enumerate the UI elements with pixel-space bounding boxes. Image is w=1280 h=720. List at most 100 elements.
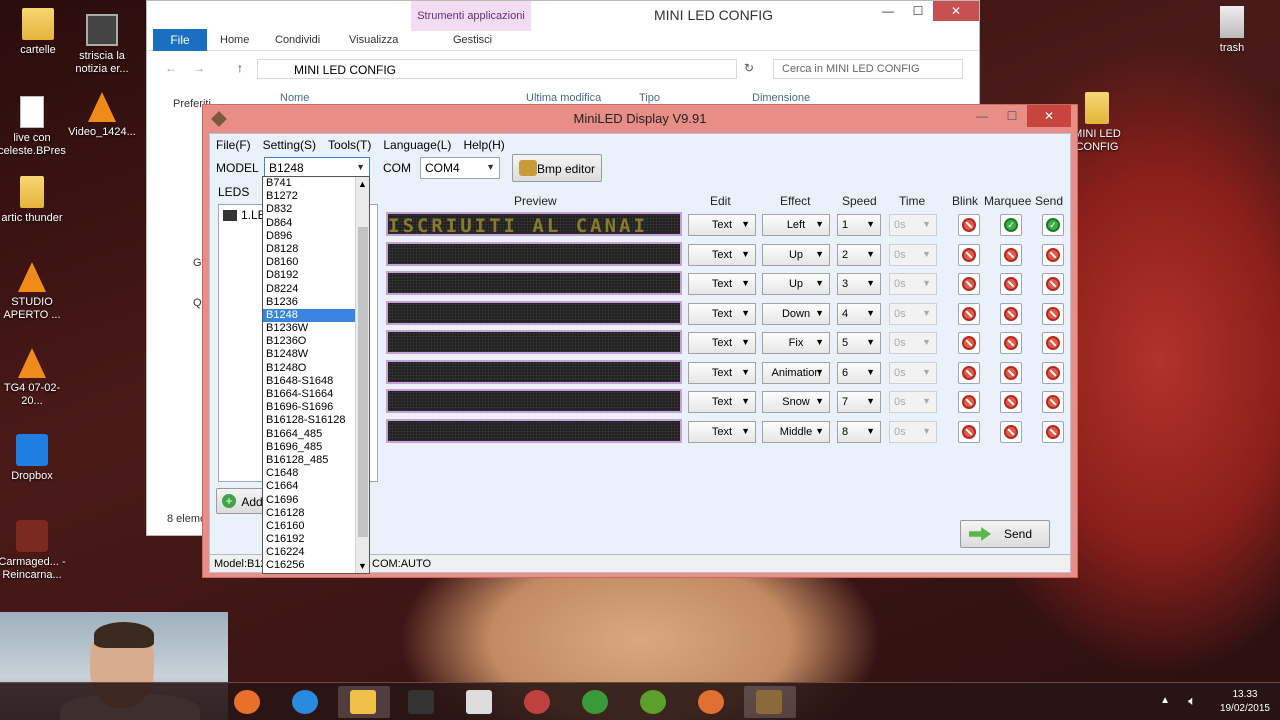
dropdown-option[interactable]: C16256 xyxy=(263,559,369,572)
edit-select[interactable]: Text ▼ xyxy=(688,214,756,236)
blink-checkbox[interactable] xyxy=(958,362,980,384)
taskbar-firefox[interactable] xyxy=(222,686,274,718)
blink-checkbox[interactable] xyxy=(958,303,980,325)
led-preview-panel[interactable] xyxy=(386,389,682,413)
dropdown-option[interactable]: D832 xyxy=(263,203,369,216)
menu-setting[interactable]: Setting(S) xyxy=(263,138,316,156)
edit-select[interactable]: Text ▼ xyxy=(688,332,756,354)
dropdown-option[interactable]: D8224 xyxy=(263,283,369,296)
refresh-icon[interactable]: ↻ xyxy=(744,61,754,75)
marquee-checkbox[interactable] xyxy=(1000,273,1022,295)
led-preview-panel[interactable] xyxy=(386,242,682,266)
send-checkbox[interactable] xyxy=(1042,303,1064,325)
forward-icon[interactable]: → xyxy=(193,61,205,75)
desktop-icon-studio-aperto[interactable]: STUDIO APERTO ... xyxy=(0,262,70,322)
led-preview-panel[interactable] xyxy=(386,301,682,325)
speed-select[interactable]: 7 ▼ xyxy=(837,391,881,413)
dropdown-option[interactable]: C16192 xyxy=(263,533,369,546)
marquee-checkbox[interactable] xyxy=(1000,362,1022,384)
led-preview-panel[interactable] xyxy=(386,360,682,384)
desktop-icon-dropbox[interactable]: Dropbox xyxy=(0,434,70,483)
desktop-icon-carmageddon[interactable]: Carmaged... - Reincarna... xyxy=(0,520,70,582)
speed-select[interactable]: 8 ▼ xyxy=(837,421,881,443)
taskbar-file-explorer[interactable] xyxy=(338,686,390,718)
edit-select[interactable]: Text ▼ xyxy=(688,362,756,384)
edit-select[interactable]: Text ▼ xyxy=(688,273,756,295)
dropdown-option[interactable]: B1248 xyxy=(263,308,369,323)
effect-select[interactable]: Down ▼ xyxy=(762,303,830,325)
effect-select[interactable]: Up ▼ xyxy=(762,273,830,295)
close-button[interactable]: ✕ xyxy=(933,1,979,21)
tray-chevron-icon[interactable]: ▲ xyxy=(1160,695,1170,706)
marquee-checkbox[interactable] xyxy=(1000,303,1022,325)
model-dropdown-list[interactable]: B741 B1272 D832 D864 D896 D8128 D8160 D8192 D822… xyxy=(262,176,370,574)
send-checkbox[interactable] xyxy=(1042,273,1064,295)
speed-select[interactable]: 5 ▼ xyxy=(837,332,881,354)
clock[interactable]: 13.33 19/02/2015 xyxy=(1220,688,1270,716)
dropdown-option[interactable]: D8128 xyxy=(263,243,369,256)
search-input[interactable]: Cerca in MINI LED CONFIG xyxy=(773,59,963,79)
speed-select[interactable]: 6 ▼ xyxy=(837,362,881,384)
dropdown-option[interactable]: D896 xyxy=(263,230,369,243)
column-dimensione[interactable]: Dimensione xyxy=(752,92,810,104)
menu-language[interactable]: Language(L) xyxy=(383,138,451,156)
dropdown-option[interactable]: D864 xyxy=(263,217,369,230)
dropdown-option[interactable]: B1236W xyxy=(263,322,369,335)
scroll-down-icon[interactable]: ▼ xyxy=(358,561,367,571)
desktop-icon-tg4[interactable]: TG4 07-02-20... xyxy=(0,348,70,408)
blink-checkbox[interactable] xyxy=(958,214,980,236)
blink-checkbox[interactable] xyxy=(958,391,980,413)
dropdown-option[interactable]: B1696_485 xyxy=(263,441,369,454)
scrollbar-thumb[interactable] xyxy=(358,227,368,537)
marquee-checkbox[interactable] xyxy=(1000,391,1022,413)
send-checkbox[interactable] xyxy=(1042,332,1064,354)
dropdown-option[interactable]: B16128_485 xyxy=(263,454,369,467)
effect-select[interactable]: Up ▼ xyxy=(762,244,830,266)
address-input[interactable]: MINI LED CONFIG xyxy=(257,59,737,79)
marquee-checkbox[interactable] xyxy=(1000,244,1022,266)
edit-select[interactable]: Text ▼ xyxy=(688,391,756,413)
dropdown-option[interactable]: B1648-S1648 xyxy=(263,375,369,388)
speed-select[interactable]: 4 ▼ xyxy=(837,303,881,325)
led-preview-panel[interactable] xyxy=(386,419,682,443)
explorer-titlebar[interactable]: Strumenti applicazioni MINI LED CONFIG —… xyxy=(147,1,979,31)
dropdown-option[interactable]: B1248O xyxy=(263,362,369,375)
send-checkbox[interactable] xyxy=(1042,244,1064,266)
dropdown-option[interactable]: B1272 xyxy=(263,190,369,203)
dropdown-option[interactable]: B1248W xyxy=(263,348,369,361)
desktop-icon-live-con-celeste[interactable]: live con celeste.BPres xyxy=(0,96,70,158)
edit-select[interactable]: Text ▼ xyxy=(688,303,756,325)
com-select[interactable]: COM4 ▼ xyxy=(420,157,500,179)
miniled-titlebar[interactable]: MiniLED Display V9.91 — ☐ ✕ xyxy=(203,105,1077,133)
menu-help[interactable]: Help(H) xyxy=(463,138,504,156)
tab-file[interactable]: File xyxy=(153,29,207,51)
marquee-checkbox[interactable] xyxy=(1000,332,1022,354)
blink-checkbox[interactable] xyxy=(958,421,980,443)
dropdown-option[interactable]: B741 xyxy=(263,177,369,190)
taskbar-cmd[interactable] xyxy=(396,686,448,718)
column-ultima-modifica[interactable]: Ultima modifica xyxy=(526,92,601,104)
edit-select[interactable]: Text ▼ xyxy=(688,421,756,443)
blink-checkbox[interactable] xyxy=(958,244,980,266)
close-button[interactable]: ✕ xyxy=(1027,105,1071,127)
blink-checkbox[interactable] xyxy=(958,273,980,295)
effect-select[interactable]: Animation ▼ xyxy=(762,362,830,384)
dropdown-option[interactable]: B1664-S1664 xyxy=(263,388,369,401)
speed-select[interactable]: 3 ▼ xyxy=(837,273,881,295)
send-checkbox[interactable] xyxy=(1042,362,1064,384)
minimize-button[interactable]: — xyxy=(967,105,997,127)
taskbar-archive[interactable] xyxy=(454,686,506,718)
dropdown-option[interactable]: C16160 xyxy=(263,520,369,533)
menu-tools[interactable]: Tools(T) xyxy=(328,138,371,156)
bmp-editor-button[interactable]: Bmp editor xyxy=(512,154,602,182)
dropdown-option[interactable]: B1664_485 xyxy=(263,428,369,441)
send-button[interactable]: Send xyxy=(960,520,1050,548)
up-icon[interactable]: ↑ xyxy=(237,61,243,75)
effect-select[interactable]: Snow ▼ xyxy=(762,391,830,413)
maximize-button[interactable]: ☐ xyxy=(903,1,933,21)
dropdown-option[interactable]: B1696-S1696 xyxy=(263,401,369,414)
column-tipo[interactable]: Tipo xyxy=(639,92,660,104)
effect-select[interactable]: Fix ▼ xyxy=(762,332,830,354)
blink-checkbox[interactable] xyxy=(958,332,980,354)
tab-visualizza[interactable]: Visualizza xyxy=(349,34,398,46)
